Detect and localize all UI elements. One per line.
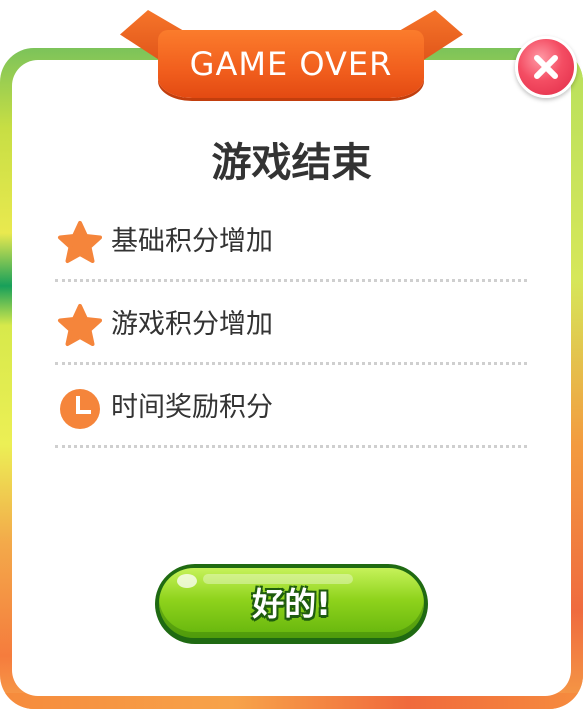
star-icon: [58, 221, 102, 263]
game-over-dialog: GAME OVER 游戏结束 基础积分增加 游戏积分增加 时间奖励积分 好的!: [0, 0, 583, 709]
row-label: 游戏积分增加: [111, 309, 273, 340]
divider: [55, 362, 527, 365]
row-game-score: 游戏积分增加: [55, 285, 527, 365]
ok-button-label: 好的!: [252, 585, 331, 623]
close-icon: [534, 55, 558, 79]
close-button[interactable]: [515, 36, 577, 98]
row-label: 基础积分增加: [111, 226, 273, 257]
row-base-score: 基础积分增加: [55, 202, 527, 282]
divider: [55, 445, 527, 448]
row-label: 时间奖励积分: [111, 392, 273, 423]
ok-button[interactable]: 好的!: [155, 564, 428, 644]
ribbon-text: GAME OVER: [189, 45, 393, 83]
divider: [55, 279, 527, 282]
dialog-title: 游戏结束: [211, 140, 372, 186]
star-icon: [58, 304, 102, 346]
row-time-bonus: 时间奖励积分: [55, 368, 527, 448]
clock-icon: [60, 389, 100, 429]
game-over-ribbon: GAME OVER: [158, 30, 424, 98]
